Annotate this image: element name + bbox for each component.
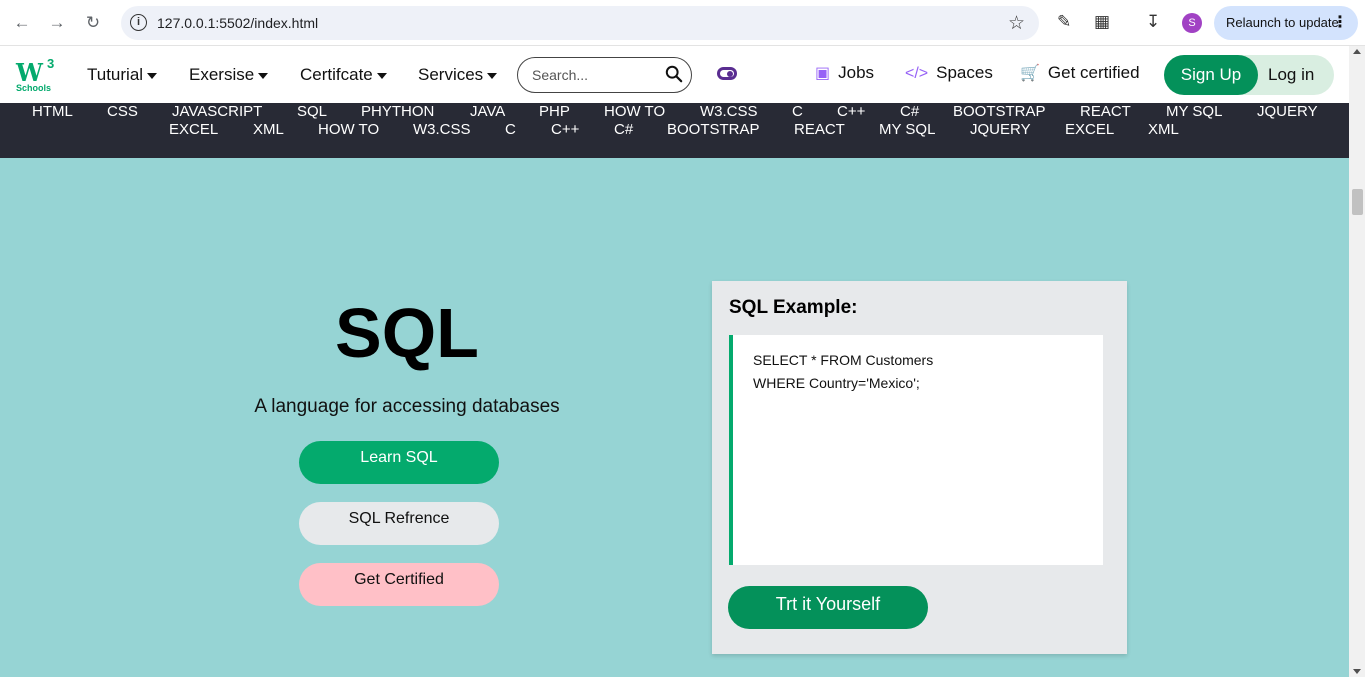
jobs-link[interactable]: ▣ Jobs <box>815 63 874 83</box>
url-text[interactable]: 127.0.0.1:5502/index.html <box>157 15 318 31</box>
topic-link[interactable]: MY SQL <box>879 121 935 138</box>
menu-tutorial[interactable]: Tuturial <box>87 65 158 85</box>
search-box[interactable] <box>517 57 692 93</box>
menu-services-label: Services <box>418 65 484 84</box>
example-title: SQL Example: <box>729 297 858 318</box>
scrollbar[interactable] <box>1349 46 1365 677</box>
topic-link[interactable]: XML <box>1148 121 1179 138</box>
site-info-icon[interactable]: i <box>130 14 147 31</box>
topic-link[interactable]: EXCEL <box>169 121 218 138</box>
topic-link[interactable]: REACT <box>1080 103 1131 120</box>
topic-link[interactable]: CSS <box>107 103 138 120</box>
topic-link[interactable]: HTML <box>32 103 73 120</box>
topic-link[interactable]: HOW TO <box>604 103 665 120</box>
logo-subtext: Schools <box>16 83 52 93</box>
scrollbar-thumb[interactable] <box>1352 189 1363 215</box>
topic-link[interactable]: C <box>505 121 516 138</box>
address-bar[interactable]: i 127.0.0.1:5502/index.html ☆ <box>121 6 1039 40</box>
topic-link[interactable]: MY SQL <box>1166 103 1222 120</box>
code-line: SELECT * FROM Customers <box>753 352 934 368</box>
learn-sql-button[interactable]: Learn SQL <box>299 441 499 484</box>
get-certified-label: Get certified <box>1047 63 1140 82</box>
caret-down-icon <box>147 72 158 79</box>
topic-link[interactable]: JQUERY <box>970 121 1031 138</box>
relaunch-button[interactable]: Relaunch to update ⋮ <box>1214 6 1358 40</box>
get-certified-button[interactable]: Get Certified <box>299 563 499 606</box>
browser-toolbar: ← → ↻ i 127.0.0.1:5502/index.html ☆ ✎ ▦ … <box>0 0 1365 46</box>
caret-down-icon <box>376 72 387 79</box>
topic-link[interactable]: JQUERY <box>1257 103 1318 120</box>
topic-link[interactable]: PHP <box>539 103 570 120</box>
topic-link[interactable]: C <box>792 103 803 120</box>
site-header: W 3 Schools Tuturial Exersise Certifcate… <box>0 46 1349 103</box>
profile-avatar[interactable]: S <box>1182 13 1202 33</box>
topic-link[interactable]: JAVASCRIPT <box>172 103 262 120</box>
scroll-up-arrow-icon[interactable] <box>1353 49 1361 54</box>
topic-link[interactable]: PHYTHON <box>361 103 434 120</box>
topic-link[interactable]: XML <box>253 121 284 138</box>
spaces-label: Spaces <box>936 63 993 82</box>
reload-icon[interactable]: ↻ <box>82 12 104 34</box>
code-line: WHERE Country='Mexico'; <box>753 375 920 391</box>
spaces-link[interactable]: </> Spaces <box>905 63 993 83</box>
menu-exercise-label: Exersise <box>189 65 255 84</box>
forward-arrow-icon[interactable]: → <box>46 12 68 34</box>
briefcase-icon: ▣ <box>815 65 831 82</box>
caret-down-icon <box>258 72 269 79</box>
get-certified-link[interactable]: 🛒 Get certified <box>1020 63 1140 83</box>
theme-toggle[interactable] <box>717 67 737 80</box>
search-icon[interactable] <box>665 64 683 84</box>
hero-title: SQL <box>335 294 479 372</box>
jobs-label: Jobs <box>838 63 875 82</box>
topic-link[interactable]: W3.CSS <box>700 103 758 120</box>
topic-link[interactable]: W3.CSS <box>413 121 471 138</box>
bookmark-star-icon[interactable]: ☆ <box>1008 12 1025 35</box>
menu-services[interactable]: Services <box>418 65 498 85</box>
w3schools-logo[interactable]: W 3 Schools <box>14 56 58 96</box>
topic-link[interactable]: BOOTSTRAP <box>953 103 1046 120</box>
topics-nav: HTML CSS JAVASCRIPT SQL PHYTHON JAVA PHP… <box>0 103 1349 158</box>
caret-down-icon <box>487 72 498 79</box>
topic-link[interactable]: BOOTSTRAP <box>667 121 760 138</box>
hero-subtitle: A language for accessing databases <box>254 396 560 417</box>
code-icon: </> <box>905 65 929 82</box>
signup-button[interactable]: Sign Up <box>1164 55 1258 95</box>
more-menu-icon[interactable]: ⋮ <box>1332 6 1348 40</box>
topic-link[interactable]: C++ <box>551 121 579 138</box>
back-arrow-icon[interactable]: ← <box>11 12 33 34</box>
main-section: SQL A language for accessing databases L… <box>0 158 1349 677</box>
sql-reference-button[interactable]: SQL Refrence <box>299 502 499 545</box>
menu-exercise[interactable]: Exersise <box>189 65 269 85</box>
topic-link[interactable]: JAVA <box>470 103 505 120</box>
topic-link[interactable]: HOW TO <box>318 121 379 138</box>
download-icon[interactable]: ↧ <box>1146 12 1160 32</box>
logo-superscript: 3 <box>47 56 55 71</box>
eyedropper-icon[interactable]: ✎ <box>1057 12 1071 32</box>
menu-certificate-label: Certifcate <box>300 65 373 84</box>
topic-link[interactable]: REACT <box>794 121 845 138</box>
example-card: SQL Example: SELECT * FROM Customers WHE… <box>712 281 1127 654</box>
menu-certificate[interactable]: Certifcate <box>300 65 387 85</box>
search-input[interactable] <box>532 67 652 83</box>
scroll-down-arrow-icon[interactable] <box>1353 669 1361 674</box>
code-block: SELECT * FROM Customers WHERE Country='M… <box>729 335 1103 565</box>
topic-link[interactable]: EXCEL <box>1065 121 1114 138</box>
topic-link[interactable]: C# <box>614 121 633 138</box>
topic-link[interactable]: C# <box>900 103 919 120</box>
try-it-yourself-button[interactable]: Trt it Yourself <box>728 586 928 629</box>
extensions-icon[interactable]: ▦ <box>1094 12 1110 32</box>
relaunch-label: Relaunch to update <box>1226 15 1339 30</box>
menu-tutorial-label: Tuturial <box>87 65 144 84</box>
cart-icon: 🛒 <box>1020 65 1040 82</box>
topic-link[interactable]: SQL <box>297 103 327 120</box>
topic-link[interactable]: C++ <box>837 103 865 120</box>
